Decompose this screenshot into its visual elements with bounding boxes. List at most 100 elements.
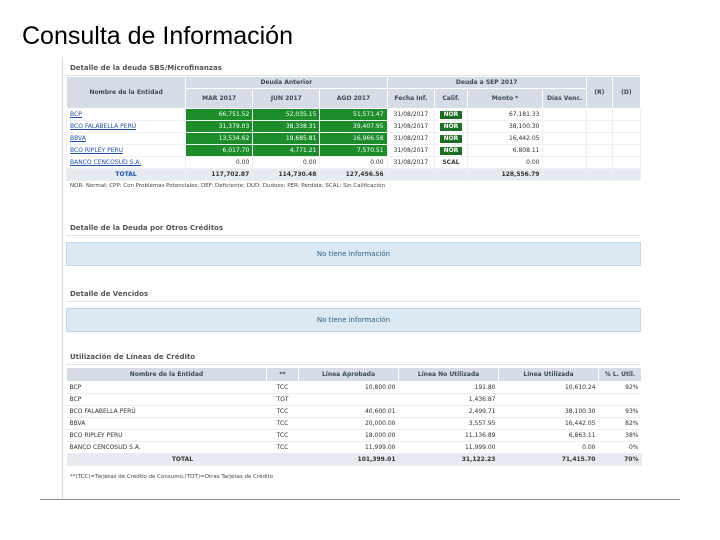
table-row: BCO RIPLEY PERU TCC 18,000.00 11,136.89 … [66, 429, 642, 442]
no-utilizada-cell: 3,557.95 [398, 417, 499, 430]
table-row: BCO FALABELLA PERÚ 31,379.03 38,338.31 3… [65, 120, 642, 133]
calif-cell: NOR [434, 144, 468, 157]
col-entity: Nombre de la Entidad [65, 76, 187, 109]
no-utilizada-cell: 11,136.89 [398, 429, 499, 442]
report-screenshot: Detalle de la deuda SBS/Microfinanzas No… [62, 57, 643, 499]
no-utilizada-cell: 191.80 [398, 381, 499, 394]
entity-cell: BBVA [66, 417, 267, 430]
col-r: (R) [585, 76, 613, 109]
bottom-divider [40, 499, 680, 500]
col-aprobada: Línea Aprobada [298, 367, 399, 382]
tipo-cell: TCC [266, 417, 299, 430]
dias-cell [542, 108, 587, 121]
r-cell [585, 108, 613, 121]
entity-cell: BCP [66, 393, 267, 406]
fecha-cell: 31/08/2017 [386, 144, 436, 157]
ago-cell: 7,570.51 [319, 144, 388, 157]
slide-title: Consulta de Información [22, 22, 293, 50]
lineas-footnote: **(TCC)=Tarjetas de Crédito de Consumo,(… [70, 474, 274, 480]
total-empty [585, 168, 613, 181]
col-ago: AGO 2017 [319, 88, 388, 109]
tipo-cell: TCC [266, 441, 299, 454]
total-empty [434, 168, 468, 181]
dias-cell [542, 120, 587, 133]
total-empty [386, 168, 436, 181]
no-utilizada-cell: 2,499.71 [398, 405, 499, 418]
total-aprobada: 101,399.01 [298, 453, 399, 466]
entity-link[interactable]: BANCO CENCOSUD S.A. [70, 159, 141, 166]
table-row: BCO RIPLEY PERU 6,017.70 4,771.21 7,570.… [65, 144, 642, 157]
utilizada-cell: 38,100.30 [498, 405, 599, 418]
ago-cell: 0.00 [319, 156, 388, 169]
col-jun: JUN 2017 [252, 88, 321, 109]
otros-creditos-section: Detalle de la Deuda por Otros Créditos N… [66, 221, 641, 266]
total-label: TOTAL [66, 453, 299, 466]
entity-cell: BANCO CENCOSUD S.A. [65, 156, 187, 169]
monto-cell: 67,181.33 [466, 108, 544, 121]
entity-cell: BCP [65, 108, 187, 121]
fecha-cell: 31/08/2017 [386, 108, 436, 121]
total-no-utilizada: 31,122.23 [398, 453, 499, 466]
otros-creditos-title: Detalle de la Deuda por Otros Créditos [66, 221, 641, 236]
entity-cell: BCO RIPLEY PERU [66, 429, 267, 442]
ago-cell: 51,571.47 [319, 108, 388, 121]
utilizada-cell: 0.00 [498, 441, 599, 454]
total-row: TOTAL 117,702.87 114,730.48 127,456.56 1… [65, 168, 642, 181]
table-row: BCP TOT 1,436.87 [66, 393, 642, 406]
otros-creditos-info: No tiene información [66, 242, 641, 266]
total-label: TOTAL [65, 168, 187, 181]
pct-cell: 0% [598, 441, 642, 454]
no-utilizada-cell: 11,999.00 [398, 441, 499, 454]
mar-cell: 31,379.03 [185, 120, 254, 133]
dias-cell [542, 132, 587, 145]
aprobada-cell: 20,000.00 [298, 417, 399, 430]
r-cell [585, 156, 613, 169]
entity-link[interactable]: BCO FALABELLA PERÚ [70, 123, 136, 130]
monto-cell: 38,100.30 [466, 120, 544, 133]
entity-link[interactable]: BBVA [70, 135, 86, 142]
tipo-cell: TCC [266, 381, 299, 394]
ago-cell: 16,966.58 [319, 132, 388, 145]
table-row: BCO FALABELLA PERÚ TCC 40,600.01 2,499.7… [66, 405, 642, 418]
table-row: BCP 66,751.52 52,035.15 51,571.47 31/08/… [65, 108, 642, 121]
vencidos-title: Detalle de Vencidos [66, 287, 641, 302]
calif-legend: NOR: Normal; CPP: Con Problemas Potencia… [70, 183, 385, 189]
fecha-cell: 31/08/2017 [386, 132, 436, 145]
entity-cell: BCO FALABELLA PERÚ [65, 120, 187, 133]
entity-link[interactable]: BCO RIPLEY PERU [70, 147, 123, 154]
vencidos-info: No tiene información [66, 308, 641, 332]
ago-cell: 39,407.95 [319, 120, 388, 133]
total-row: TOTAL 101,399.01 31,122.23 71,415.70 70% [66, 453, 642, 466]
calif-cell: NOR [434, 132, 468, 145]
col-dias: Días Venc. [542, 88, 587, 109]
table-row: BCP TCC 10,800.00 191.80 10,610.24 92% [66, 381, 642, 394]
pct-cell: 82% [598, 417, 642, 430]
vencidos-section: Detalle de Vencidos No tiene información [66, 287, 641, 332]
mar-cell: 13,534.62 [185, 132, 254, 145]
table-row: BANCO CENCOSUD S.A. 0.00 0.00 0.00 31/08… [65, 156, 642, 169]
d-cell [611, 108, 642, 121]
fecha-cell: 31/08/2017 [386, 120, 436, 133]
d-cell [611, 156, 642, 169]
entity-cell: BCO RIPLEY PERU [65, 144, 187, 157]
utilizada-cell: 16,442.05 [498, 417, 599, 430]
pct-cell: 38% [598, 429, 642, 442]
utilizada-cell [498, 393, 599, 406]
entity-link[interactable]: BCP [70, 111, 82, 118]
utilizada-cell: 10,610.24 [498, 381, 599, 394]
col-no-utilizada: Línea No Utilizada [398, 367, 499, 382]
jun-cell: 19,685.81 [252, 132, 321, 145]
col-monto: Monto * [466, 88, 544, 109]
dias-cell [542, 156, 587, 169]
calif-cell: NOR [434, 108, 468, 121]
r-cell [585, 132, 613, 145]
d-cell [611, 120, 642, 133]
entity-cell: BANCO CENCOSUD S.A. [66, 441, 267, 454]
pct-cell: 92% [598, 381, 642, 394]
fecha-cell: 31/08/2017 [386, 156, 436, 169]
calif-cell: SCAL [434, 156, 468, 169]
total-jun: 114,730.48 [252, 168, 321, 181]
deuda-sbs-table: Nombre de la Entidad Deuda Anterior Deud… [65, 76, 642, 181]
col-d: (D) [611, 76, 642, 109]
monto-cell: 0.00 [466, 156, 544, 169]
